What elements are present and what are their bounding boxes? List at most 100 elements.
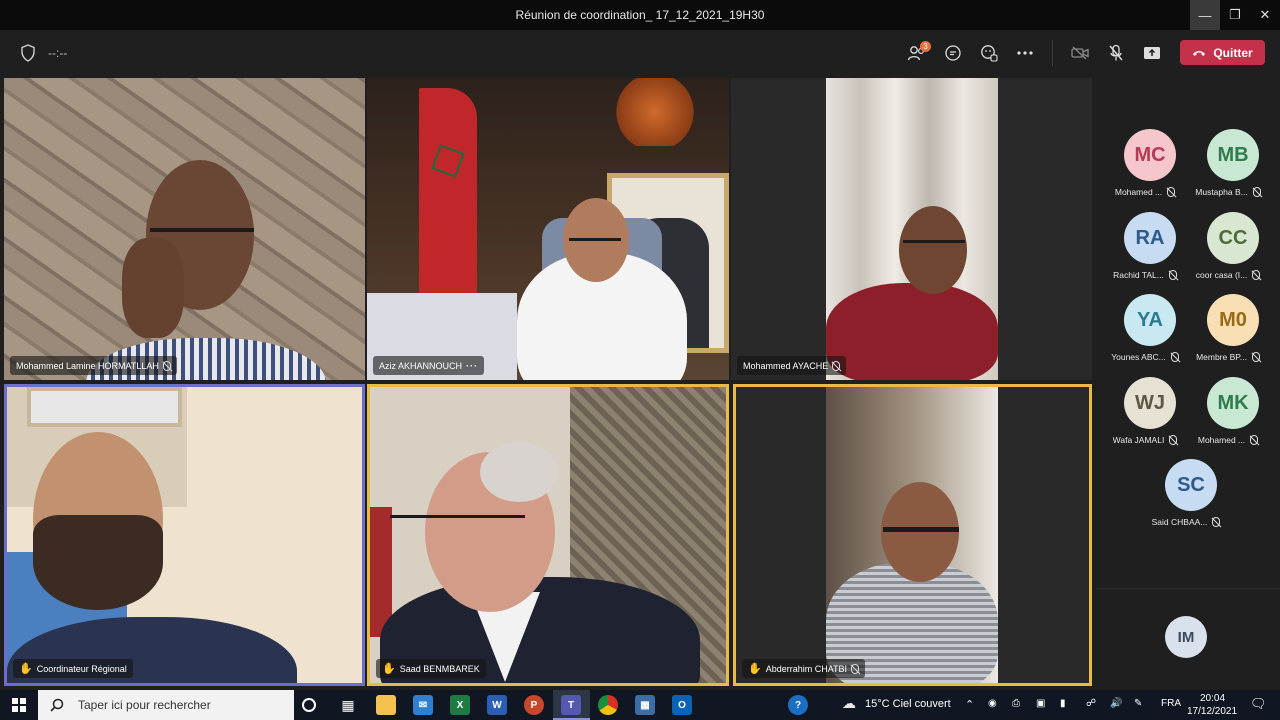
participant-name: Abderrahim CHATBI <box>765 663 848 674</box>
shield-icon <box>21 44 35 62</box>
roster-item[interactable]: MC Mohamed ... <box>1103 129 1187 209</box>
notifications-icon[interactable]: 🗨 <box>1250 696 1267 712</box>
toolbar-divider <box>1052 40 1053 66</box>
windows-taskbar: Taper ici pour rechercher ▦ ✉ X W P T ▦ … <box>0 690 1280 720</box>
cloud-icon: ☁ <box>842 695 856 711</box>
mic-off-icon <box>851 663 860 674</box>
mic-off-icon <box>162 360 171 371</box>
phone-hangup-icon <box>1193 50 1206 56</box>
meeting-timer: --:-- <box>48 46 68 60</box>
usb-icon[interactable]: ⎙ <box>1012 698 1020 709</box>
avatar: SC <box>1165 459 1217 511</box>
raised-hand-icon: ✋ <box>748 663 762 675</box>
video-tile[interactable]: Mohammed Lamine HORMATLLAH <box>4 78 365 380</box>
roster-name: coor casa (I... <box>1195 270 1248 280</box>
participant-beard <box>33 515 163 610</box>
roster-item[interactable]: WJ Wafa JAMALI <box>1103 377 1187 457</box>
roster-item[interactable]: SC Said CHBAA... <box>1144 459 1228 539</box>
participant-glasses <box>390 515 525 518</box>
video-tile[interactable]: ✋ Abderrahim CHATBI <box>733 384 1092 686</box>
meet-now-icon[interactable]: ◉ <box>988 698 997 709</box>
mic-off-icon <box>1251 352 1260 362</box>
reactions-icon[interactable] <box>978 42 1000 64</box>
cortana-icon[interactable] <box>302 698 316 712</box>
wall-frame <box>27 387 182 427</box>
roster-item[interactable]: CC coor casa (I... <box>1186 212 1270 292</box>
mail-icon[interactable]: ✉ <box>413 695 433 715</box>
participant-name-tag: Mohammed Lamine HORMATLLAH <box>10 356 177 375</box>
word-icon[interactable]: W <box>487 695 507 715</box>
windows-start-icon[interactable] <box>12 698 26 712</box>
avatar: MC <box>1124 129 1176 181</box>
window-titlebar: Réunion de coordination_ 17_12_2021_19H3… <box>0 0 1280 30</box>
camera-off-icon[interactable] <box>1069 42 1091 64</box>
mic-off-icon <box>1250 435 1259 445</box>
participant-name: Saad BENMBAREK <box>399 663 480 674</box>
participant-glasses <box>903 240 965 243</box>
mic-off-icon[interactable] <box>1105 42 1127 64</box>
roster-item[interactable]: MB Mustapha B... <box>1186 129 1270 209</box>
excel-icon[interactable]: X <box>450 695 470 715</box>
video-tile-active[interactable]: ✋ Coordinateur Régional <box>4 384 365 686</box>
mic-off-icon <box>1168 270 1177 280</box>
decor-lamp <box>612 78 698 146</box>
roster-name: Mohamed ... <box>1197 435 1246 445</box>
maximize-icon[interactable]: ❐ <box>1220 0 1250 30</box>
roster-item[interactable]: M0 Membre BP... <box>1186 294 1270 374</box>
search-icon <box>50 698 64 712</box>
roster-name: Rachid TAL... <box>1113 270 1164 280</box>
chevron-up-icon[interactable]: ⌃ <box>965 698 974 711</box>
participant-name-tag: Aziz AKHANNOUCH ··· <box>373 356 485 375</box>
video-tile[interactable]: Aziz AKHANNOUCH ··· <box>367 78 729 380</box>
participant-glasses <box>569 238 621 241</box>
leave-button[interactable]: Quitter <box>1180 40 1265 65</box>
mic-off-icon <box>1252 187 1261 197</box>
outlook-icon[interactable]: O <box>672 695 692 715</box>
clock-time[interactable]: 20:04 <box>1200 693 1225 704</box>
minimize-icon[interactable]: — <box>1190 0 1220 30</box>
mic-off-icon <box>1212 517 1221 527</box>
task-view-icon[interactable]: ▦ <box>338 695 358 715</box>
participant-name-tag: ✋ Saad BENMBAREK <box>376 659 486 678</box>
taskbar-search[interactable]: Taper ici pour rechercher <box>38 690 294 720</box>
video-tile[interactable]: Mohammed AYACHE <box>731 78 1092 380</box>
more-actions-icon[interactable] <box>1014 42 1036 64</box>
display-icon[interactable]: ▣ <box>1036 698 1045 709</box>
language-indicator[interactable]: FRA <box>1161 698 1181 709</box>
roster-name: Mohamed ... <box>1114 187 1163 197</box>
roster-name: Said CHBAA... <box>1151 517 1208 527</box>
roster-name: Mustapha B... <box>1195 187 1248 197</box>
avatar: YA <box>1124 294 1176 346</box>
volume-icon[interactable]: 🔊 <box>1110 698 1122 709</box>
weather-text[interactable]: 15°C Ciel couvert <box>865 698 951 710</box>
roster-item[interactable]: YA Younes ABC... <box>1103 294 1187 374</box>
avatar: M0 <box>1207 294 1259 346</box>
file-explorer-icon[interactable] <box>376 695 396 715</box>
powerpoint-icon[interactable]: P <box>524 695 544 715</box>
participant-hair <box>480 442 558 502</box>
roster-item[interactable]: RA Rachid TAL... <box>1103 212 1187 292</box>
chat-icon[interactable] <box>942 42 964 64</box>
mic-off-icon <box>1170 352 1179 362</box>
avatar: RA <box>1124 212 1176 264</box>
close-icon[interactable]: ✕ <box>1250 0 1280 30</box>
roster-item[interactable]: MK Mohamed ... <box>1186 377 1270 457</box>
participant-name: Aziz AKHANNOUCH <box>379 360 463 371</box>
window-title: Réunion de coordination_ 17_12_2021_19H3… <box>515 8 765 22</box>
search-placeholder: Taper ici pour rechercher <box>78 698 211 712</box>
remote-desktop-icon[interactable]: ▦ <box>635 695 655 715</box>
more-options-icon[interactable]: ··· <box>466 361 478 371</box>
self-avatar: IM <box>1165 616 1207 658</box>
teams-taskbar-item[interactable]: T <box>553 690 590 720</box>
participant-name-tag: ✋ Coordinateur Régional <box>13 659 133 678</box>
battery-icon[interactable]: ▮ <box>1060 698 1066 709</box>
share-screen-icon[interactable] <box>1141 42 1163 64</box>
video-tile[interactable]: ✋ Saad BENMBAREK <box>367 384 729 686</box>
chrome-icon[interactable] <box>598 695 618 715</box>
pen-icon[interactable]: ✎ <box>1134 698 1142 709</box>
wifi-icon[interactable]: ☍ <box>1086 698 1096 709</box>
participants-roster: MC Mohamed ... MB Mustapha B... RA Rachi… <box>1096 78 1280 688</box>
clock-date[interactable]: 17/12/2021 <box>1187 706 1237 717</box>
roster-name: Younes ABC... <box>1111 352 1166 362</box>
help-icon[interactable]: ? <box>788 695 808 715</box>
